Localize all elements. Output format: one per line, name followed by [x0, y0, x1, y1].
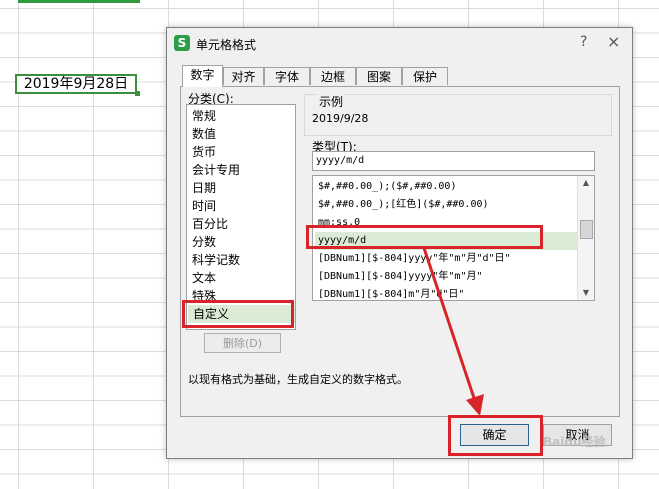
dialog-titlebar: S 单元格格式 ? × — [167, 28, 632, 58]
format-description: 以现有格式为基础，生成自定义的数字格式。 — [188, 373, 408, 386]
category-item[interactable]: 日期 — [192, 179, 216, 197]
watermark: Baidu经验 — [543, 435, 606, 449]
format-list-scrollbar[interactable]: ▲ ▼ — [577, 176, 594, 300]
category-item[interactable]: 货币 — [192, 143, 216, 161]
highlight-box-custom — [182, 300, 294, 328]
tab-protection[interactable]: 保护 — [402, 67, 448, 85]
category-item[interactable]: 百分比 — [192, 215, 228, 233]
format-item[interactable]: [DBNum1][$-804]yyyy"年"m"月"d"日" — [315, 250, 577, 268]
tab-border[interactable]: 边框 — [310, 67, 356, 85]
format-item[interactable]: $#,##0.00_);[红色]($#,##0.00) — [315, 196, 577, 214]
selected-cell[interactable]: 2019年9月28日 — [15, 74, 137, 94]
format-item[interactable]: $#,##0.00_);($#,##0.00) — [315, 178, 577, 196]
sample-label: 示例 — [317, 93, 346, 110]
category-list[interactable]: 常规 数值 货币 会计专用 日期 时间 百分比 分数 科学记数 文本 特殊 自定… — [186, 104, 296, 330]
category-item[interactable]: 文本 — [192, 269, 216, 287]
fill-handle[interactable] — [135, 91, 140, 96]
highlight-box-format — [306, 225, 543, 249]
tab-font[interactable]: 字体 — [264, 67, 310, 85]
tab-pattern[interactable]: 图案 — [356, 67, 402, 85]
delete-button[interactable]: 删除(D) — [204, 333, 281, 353]
category-item[interactable]: 数值 — [192, 125, 216, 143]
scroll-thumb[interactable] — [580, 220, 593, 239]
close-icon[interactable]: × — [607, 32, 623, 51]
dialog-title: 单元格格式 — [196, 38, 257, 52]
type-input[interactable]: yyyy/m/d — [312, 151, 595, 171]
category-item[interactable]: 分数 — [192, 233, 216, 251]
scroll-up-icon[interactable]: ▲ — [578, 176, 594, 190]
tab-number[interactable]: 数字 — [182, 65, 223, 87]
help-icon[interactable]: ? — [580, 34, 594, 50]
category-item[interactable]: 科学记数 — [192, 251, 240, 269]
scroll-down-icon[interactable]: ▼ — [578, 286, 594, 300]
column-header-strip — [18, 0, 140, 3]
category-item[interactable]: 时间 — [192, 197, 216, 215]
format-item[interactable]: [DBNum1][$-804]yyyy"年"m"月" — [315, 268, 577, 286]
tab-alignment[interactable]: 对齐 — [223, 67, 264, 85]
category-item[interactable]: 会计专用 — [192, 161, 240, 179]
format-item[interactable]: [DBNum1][$-804]m"月"d"日" — [315, 286, 577, 300]
highlight-box-ok — [448, 415, 543, 456]
sample-value: 2019/9/28 — [312, 112, 369, 125]
wps-app-icon: S — [174, 35, 190, 51]
category-item[interactable]: 常规 — [192, 107, 216, 125]
